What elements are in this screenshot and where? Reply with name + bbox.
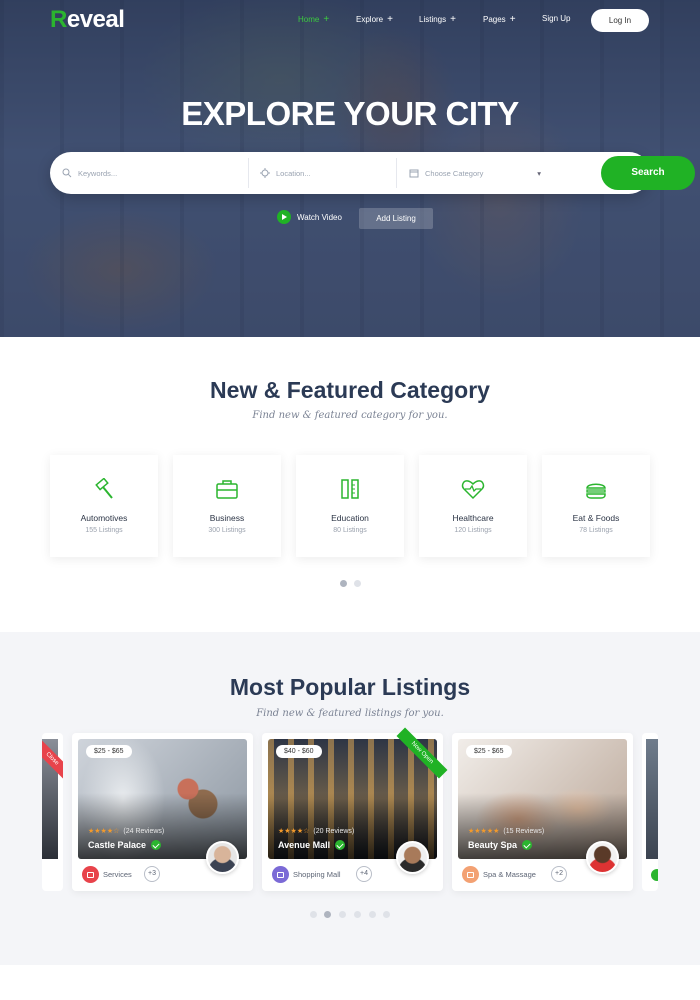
shopping-icon bbox=[272, 866, 289, 883]
nav-signup[interactable]: Sign Up bbox=[542, 14, 570, 23]
crosshair-icon bbox=[260, 168, 270, 178]
carousel-dot[interactable] bbox=[324, 911, 331, 918]
category-card-eat-foods[interactable]: Eat & Foods 78 Listings bbox=[542, 455, 650, 557]
listing-card[interactable]: $25 - $65 ★★★★★ (15 Reviews) Beauty Spa S… bbox=[452, 733, 633, 891]
avatar[interactable] bbox=[586, 841, 619, 874]
listing-title[interactable]: Beauty Spa bbox=[468, 840, 533, 850]
listings-section-title: Most Popular Listings bbox=[229, 674, 471, 700]
hero-title: EXPLORE YOUR CITY bbox=[181, 95, 519, 132]
chevron-down-icon: ▾ bbox=[537, 168, 541, 178]
price-badge: $40 - $60 bbox=[276, 745, 322, 758]
watch-video-button[interactable]: Watch Video bbox=[277, 210, 342, 224]
hero-section: Reveal Home + Explore + Listings + Pages + S… bbox=[0, 0, 700, 337]
more-categories-badge[interactable]: +4 bbox=[356, 866, 372, 882]
listing-card-partial[interactable]: Close bbox=[42, 733, 63, 891]
verified-icon bbox=[335, 840, 346, 850]
nav-pages[interactable]: Pages + bbox=[483, 14, 516, 25]
listing-category[interactable]: Shopping Mall bbox=[272, 866, 341, 883]
carousel-dot[interactable] bbox=[354, 580, 361, 587]
logo[interactable]: Reveal bbox=[50, 6, 125, 34]
nav-explore[interactable]: Explore + bbox=[356, 14, 393, 25]
login-button[interactable]: Log In bbox=[591, 9, 649, 32]
keywords-input[interactable]: Keywords... bbox=[62, 152, 247, 194]
category-name: Business bbox=[209, 513, 245, 523]
verified-icon bbox=[522, 840, 533, 850]
listings-section-subtitle: Find new & featured listings for you. bbox=[256, 708, 444, 719]
rating-stars: ★★★★☆ (24 Reviews) bbox=[88, 828, 165, 835]
carousel-dot[interactable] bbox=[369, 911, 376, 918]
category-name: Education bbox=[331, 513, 369, 523]
nav-home[interactable]: Home + bbox=[298, 14, 329, 25]
hammer-icon bbox=[95, 477, 113, 499]
listing-category[interactable]: Spa & Massage bbox=[462, 866, 536, 883]
avatar[interactable] bbox=[206, 841, 239, 874]
more-categories-badge[interactable]: +3 bbox=[144, 866, 160, 882]
search-button[interactable]: Search bbox=[601, 156, 695, 190]
listing-card-partial[interactable] bbox=[642, 733, 658, 891]
listing-category[interactable]: Services bbox=[82, 866, 132, 883]
location-input[interactable]: Location... bbox=[260, 152, 395, 194]
category-name: Healthcare bbox=[452, 513, 494, 523]
verified-icon bbox=[151, 840, 162, 850]
nav-listings[interactable]: Listings + bbox=[419, 14, 456, 25]
category-count: 155 Listings bbox=[85, 527, 123, 534]
heart-pulse-icon bbox=[461, 480, 485, 500]
carousel-dot[interactable] bbox=[339, 911, 346, 918]
listing-title[interactable]: Castle Palace bbox=[88, 840, 162, 850]
category-section-subtitle: Find new & featured category for you. bbox=[252, 410, 448, 421]
briefcase-icon bbox=[216, 480, 238, 499]
add-listing-button[interactable]: Add Listing bbox=[359, 208, 433, 229]
category-count: 300 Listings bbox=[208, 527, 246, 534]
burger-icon bbox=[586, 483, 606, 499]
carousel-dot[interactable] bbox=[340, 580, 347, 587]
category-count: 78 Listings bbox=[579, 527, 613, 534]
carousel-dot[interactable] bbox=[354, 911, 361, 918]
price-badge: $25 - $65 bbox=[466, 745, 512, 758]
carousel-dot[interactable] bbox=[383, 911, 390, 918]
more-categories-badge[interactable]: +2 bbox=[551, 866, 567, 882]
category-name: Eat & Foods bbox=[572, 513, 620, 523]
carousel-dot[interactable] bbox=[310, 911, 317, 918]
category-count: 80 Listings bbox=[333, 527, 367, 534]
category-name: Automotives bbox=[80, 513, 128, 523]
services-icon bbox=[82, 866, 99, 883]
category-icon bbox=[409, 169, 419, 178]
category-card-education[interactable]: Education 80 Listings bbox=[296, 455, 404, 557]
spa-icon bbox=[462, 866, 479, 883]
category-section-title: New & Featured Category bbox=[210, 377, 490, 403]
listing-card[interactable]: $25 - $65 ★★★★☆ (24 Reviews) Castle Palac… bbox=[72, 733, 253, 891]
rating-stars: ★★★★★ (15 Reviews) bbox=[468, 828, 545, 835]
search-icon bbox=[62, 168, 72, 178]
listing-card[interactable]: $40 - $60 ★★★★☆ (20 Reviews) Avenue Mall … bbox=[262, 727, 448, 891]
play-icon bbox=[277, 210, 291, 224]
listing-title[interactable]: Avenue Mall bbox=[278, 840, 346, 850]
price-badge: $25 - $65 bbox=[86, 745, 132, 758]
category-count: 120 Listings bbox=[454, 527, 492, 534]
category-card-healthcare[interactable]: Healthcare 120 Listings bbox=[419, 455, 527, 557]
avatar[interactable] bbox=[396, 841, 429, 874]
search-bar: Keywords... Location... Choose Category … bbox=[50, 152, 695, 194]
rating-stars: ★★★★☆ (20 Reviews) bbox=[278, 828, 355, 835]
category-card-business[interactable]: Business 300 Listings bbox=[173, 455, 281, 557]
category-select[interactable]: Choose Category ▾ bbox=[409, 152, 541, 194]
category-card-automotives[interactable]: Automotives 155 Listings bbox=[50, 455, 158, 557]
pencil-ruler-icon bbox=[341, 479, 359, 499]
